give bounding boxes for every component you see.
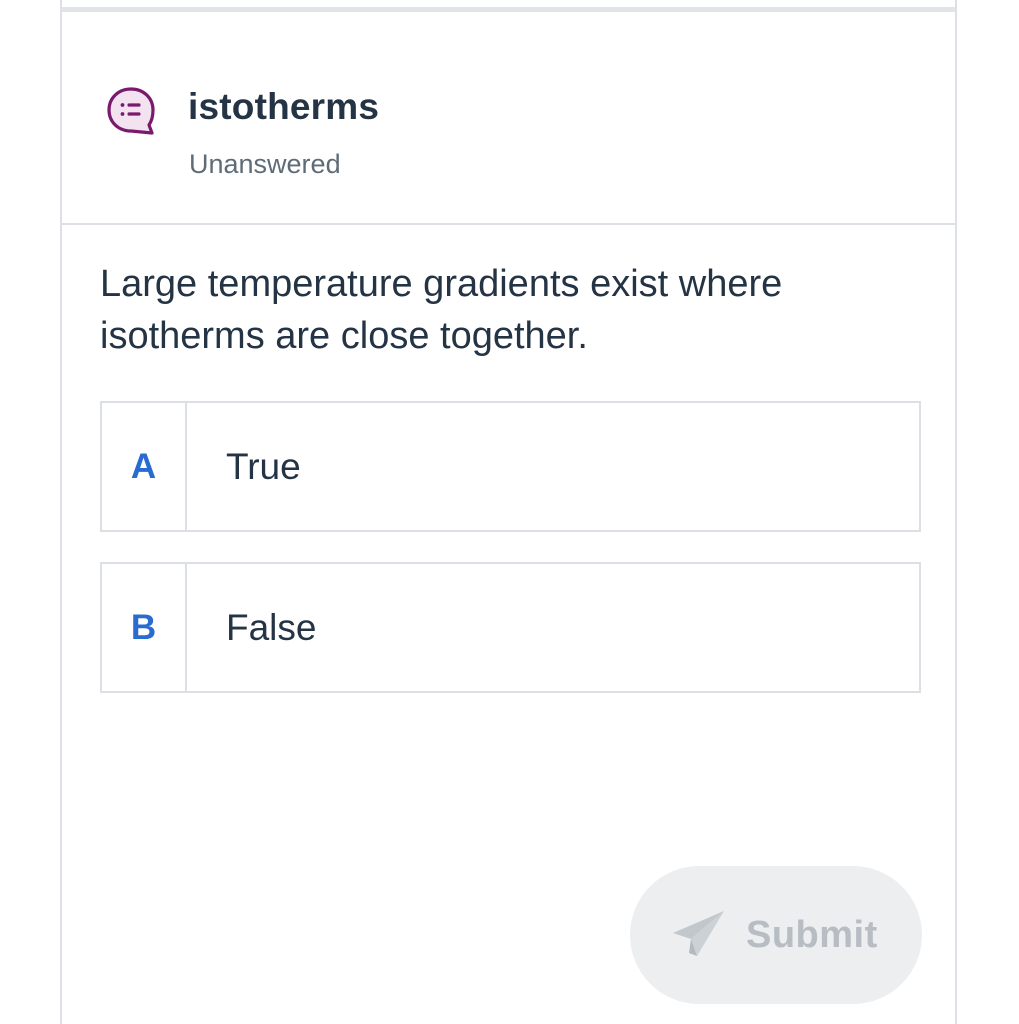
question-card: istotherms Unanswered Large temperature …: [60, 0, 957, 1024]
question-prompt: Large temperature gradients exist where …: [100, 263, 783, 357]
option-text: True: [226, 445, 301, 487]
option-letter: B: [102, 564, 187, 691]
submit-label: Submit: [746, 913, 878, 956]
question-status: Unanswered: [189, 149, 341, 179]
submit-button[interactable]: Submit: [630, 866, 922, 1004]
chat-bubble-list-icon: [107, 87, 155, 135]
question-title: istotherms: [188, 86, 380, 127]
paper-plane-icon: [673, 911, 724, 956]
answer-option-a[interactable]: A True: [100, 401, 921, 532]
option-text: False: [226, 606, 317, 648]
answer-option-b[interactable]: B False: [100, 562, 921, 693]
question-header: istotherms Unanswered: [62, 12, 955, 225]
option-letter: A: [102, 403, 187, 530]
